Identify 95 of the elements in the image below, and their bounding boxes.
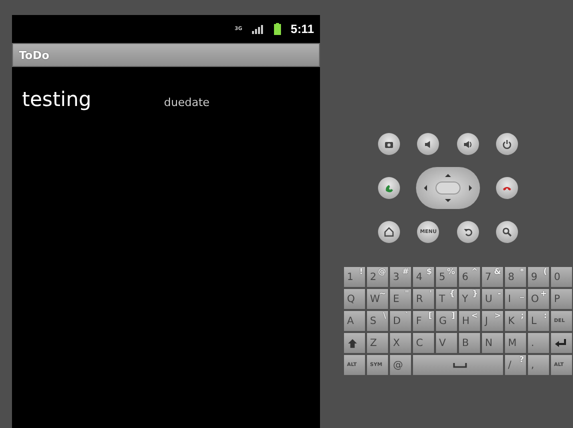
- secondary-symbol: %: [446, 267, 455, 276]
- end-call-button[interactable]: [496, 177, 518, 199]
- search-icon: [502, 227, 512, 237]
- battery-icon: [274, 23, 281, 35]
- keyboard-key[interactable]: K ;: [505, 311, 526, 331]
- secondary-symbol: >: [494, 311, 501, 320]
- secondary-symbol: $: [426, 267, 432, 276]
- secondary-symbol: !: [359, 267, 363, 276]
- secondary-symbol: ': [430, 289, 432, 298]
- secondary-symbol: }: [472, 289, 478, 298]
- secondary-symbol: &: [494, 267, 501, 276]
- keyboard-key[interactable]: 8 *: [505, 267, 526, 287]
- keyboard-key[interactable]: @: [390, 355, 411, 375]
- keyboard-key[interactable]: M: [505, 333, 526, 353]
- space-key[interactable]: [413, 355, 503, 375]
- search-button[interactable]: [496, 221, 518, 243]
- secondary-symbol: (: [543, 267, 547, 276]
- secondary-symbol: ?: [519, 355, 524, 364]
- keyboard-key[interactable]: 0: [551, 267, 572, 287]
- secondary-symbol: _: [520, 289, 524, 298]
- keyboard-key[interactable]: W~: [367, 289, 388, 309]
- todo-due-date: duedate: [164, 96, 210, 109]
- power-icon: [502, 139, 512, 149]
- keyboard-key[interactable]: Z: [367, 333, 388, 353]
- enter-icon: [554, 338, 567, 348]
- todo-title: testing: [22, 87, 92, 111]
- keyboard-key[interactable]: 6 ^: [459, 267, 480, 287]
- call-button[interactable]: [378, 177, 400, 199]
- volume-up-icon: [462, 139, 473, 149]
- keyboard-key[interactable]: X: [390, 333, 411, 353]
- secondary-symbol: ~: [379, 289, 386, 298]
- keyboard-key[interactable]: N: [482, 333, 503, 353]
- signal-icon: [252, 24, 264, 34]
- keyboard-key[interactable]: C: [413, 333, 434, 353]
- secondary-symbol: ": [404, 289, 409, 298]
- space-icon: [452, 362, 466, 368]
- keyboard-key[interactable]: .: [528, 333, 549, 353]
- keyboard-key[interactable]: I _: [505, 289, 526, 309]
- secondary-symbol: ^: [471, 267, 478, 276]
- status-time: 5:11: [290, 22, 314, 36]
- keyboard-key[interactable]: G ]: [436, 311, 457, 331]
- camera-button[interactable]: [378, 133, 400, 155]
- volume-down-button[interactable]: [417, 133, 440, 155]
- back-icon: [462, 227, 473, 237]
- secondary-symbol: -: [498, 289, 501, 298]
- keyboard-key[interactable]: B: [459, 333, 480, 353]
- secondary-symbol: ;: [520, 311, 524, 320]
- shift-icon: [347, 338, 358, 348]
- keyboard-key[interactable]: Q: [344, 289, 365, 309]
- secondary-symbol: ]: [451, 311, 455, 320]
- keyboard-key[interactable]: U -: [482, 289, 503, 309]
- home-icon: [384, 227, 394, 237]
- shift-key[interactable]: [344, 333, 365, 353]
- home-button[interactable]: [378, 221, 400, 243]
- secondary-symbol: @: [378, 267, 386, 276]
- keyboard-key[interactable]: Y }: [459, 289, 480, 309]
- back-button[interactable]: [456, 221, 479, 243]
- secondary-symbol: \: [383, 311, 386, 320]
- keyboard-key[interactable]: 5 %: [436, 267, 457, 287]
- keyboard-key[interactable]: P: [551, 289, 572, 309]
- keyboard-key[interactable]: 2 @: [367, 267, 388, 287]
- keyboard-key[interactable]: H <: [459, 311, 480, 331]
- enter-key[interactable]: [551, 333, 572, 353]
- keyboard-key[interactable]: 9 (: [528, 267, 549, 287]
- keyboard-key[interactable]: O+: [528, 289, 549, 309]
- keyboard-key[interactable]: T {: [436, 289, 457, 309]
- secondary-symbol: #: [402, 267, 409, 276]
- keyboard-key[interactable]: L :: [528, 311, 549, 331]
- keyboard-key[interactable]: 4 $: [413, 267, 434, 287]
- keyboard-key[interactable]: R ': [413, 289, 434, 309]
- secondary-symbol: `: [405, 311, 409, 320]
- phone-icon: [384, 183, 394, 193]
- keyboard-key[interactable]: 7 &: [482, 267, 503, 287]
- secondary-symbol: +: [540, 289, 547, 298]
- keyboard-key[interactable]: ,: [528, 355, 549, 375]
- directional-pad[interactable]: [416, 167, 480, 209]
- keyboard-key[interactable]: / ?: [505, 355, 526, 375]
- keyboard-key[interactable]: A: [344, 311, 365, 331]
- camera-icon: [384, 139, 394, 149]
- volume-up-button[interactable]: [456, 133, 479, 155]
- keyboard-key[interactable]: E ": [390, 289, 411, 309]
- app-title: ToDo: [19, 48, 50, 62]
- secondary-symbol: [: [428, 311, 432, 320]
- keyboard-key[interactable]: J >: [482, 311, 503, 331]
- secondary-symbol: *: [520, 267, 524, 276]
- keyboard-key[interactable]: S \: [367, 311, 388, 331]
- keyboard-key[interactable]: 1 !: [344, 267, 365, 287]
- keyboard-key[interactable]: D `: [390, 311, 411, 331]
- secondary-symbol: {: [449, 289, 455, 298]
- keyboard-key[interactable]: F [: [413, 311, 434, 331]
- power-button[interactable]: [496, 133, 518, 155]
- keyboard-key[interactable]: 3 #: [390, 267, 411, 287]
- secondary-symbol: :: [544, 311, 547, 320]
- secondary-symbol: <: [471, 311, 478, 320]
- keyboard-key[interactable]: V: [436, 333, 457, 353]
